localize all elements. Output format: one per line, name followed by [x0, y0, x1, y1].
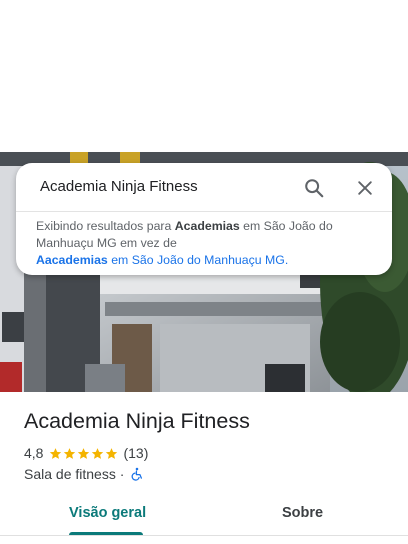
star-icon [106, 447, 118, 459]
star-rating [49, 447, 119, 460]
notice-shown-term: Academias [174, 219, 240, 233]
search-icon-graphic [305, 179, 324, 198]
place-title: Academia Ninja Fitness [24, 409, 250, 433]
star-icon [64, 447, 76, 459]
search-icon[interactable] [301, 175, 327, 201]
star-icon [50, 447, 62, 459]
notice-suffix[interactable]: em São João do Manhuaçu MG. [108, 253, 288, 267]
search-input[interactable]: Academia Ninja Fitness [40, 178, 198, 195]
search-instead-link[interactable]: Aacademias em São João do Manhuaçu MG. [36, 253, 288, 267]
spelling-correction-notice: Exibindo resultados para Academias em Sã… [36, 218, 376, 269]
close-icon-graphic [358, 181, 372, 195]
review-count: (13) [123, 445, 149, 461]
rating-value: 4,8 [24, 445, 44, 461]
category-row: Sala de fitness · [24, 465, 144, 483]
wheelchair-icon [130, 467, 144, 481]
tabs-divider [0, 535, 408, 536]
category-separator: · [115, 466, 129, 482]
rating-row[interactable]: 4,8 (13) [24, 444, 148, 462]
notice-prefix: Exibindo resultados para [36, 219, 175, 233]
wheelchair-icon-graphic [131, 467, 143, 481]
star-icon [92, 447, 104, 459]
star-icon [78, 447, 90, 459]
notice-original-term[interactable]: Aacademias [36, 253, 108, 267]
tab-overview[interactable]: Visão geral [69, 505, 146, 521]
close-icon[interactable] [352, 175, 378, 201]
search-divider [16, 211, 392, 212]
tab-about[interactable]: Sobre [282, 505, 323, 521]
search-card: Academia Ninja Fitness Exibindo resultad… [16, 163, 392, 275]
search-bar[interactable]: Academia Ninja Fitness [16, 163, 392, 211]
top-blank-area [0, 0, 408, 152]
place-category: Sala de fitness [24, 466, 116, 482]
